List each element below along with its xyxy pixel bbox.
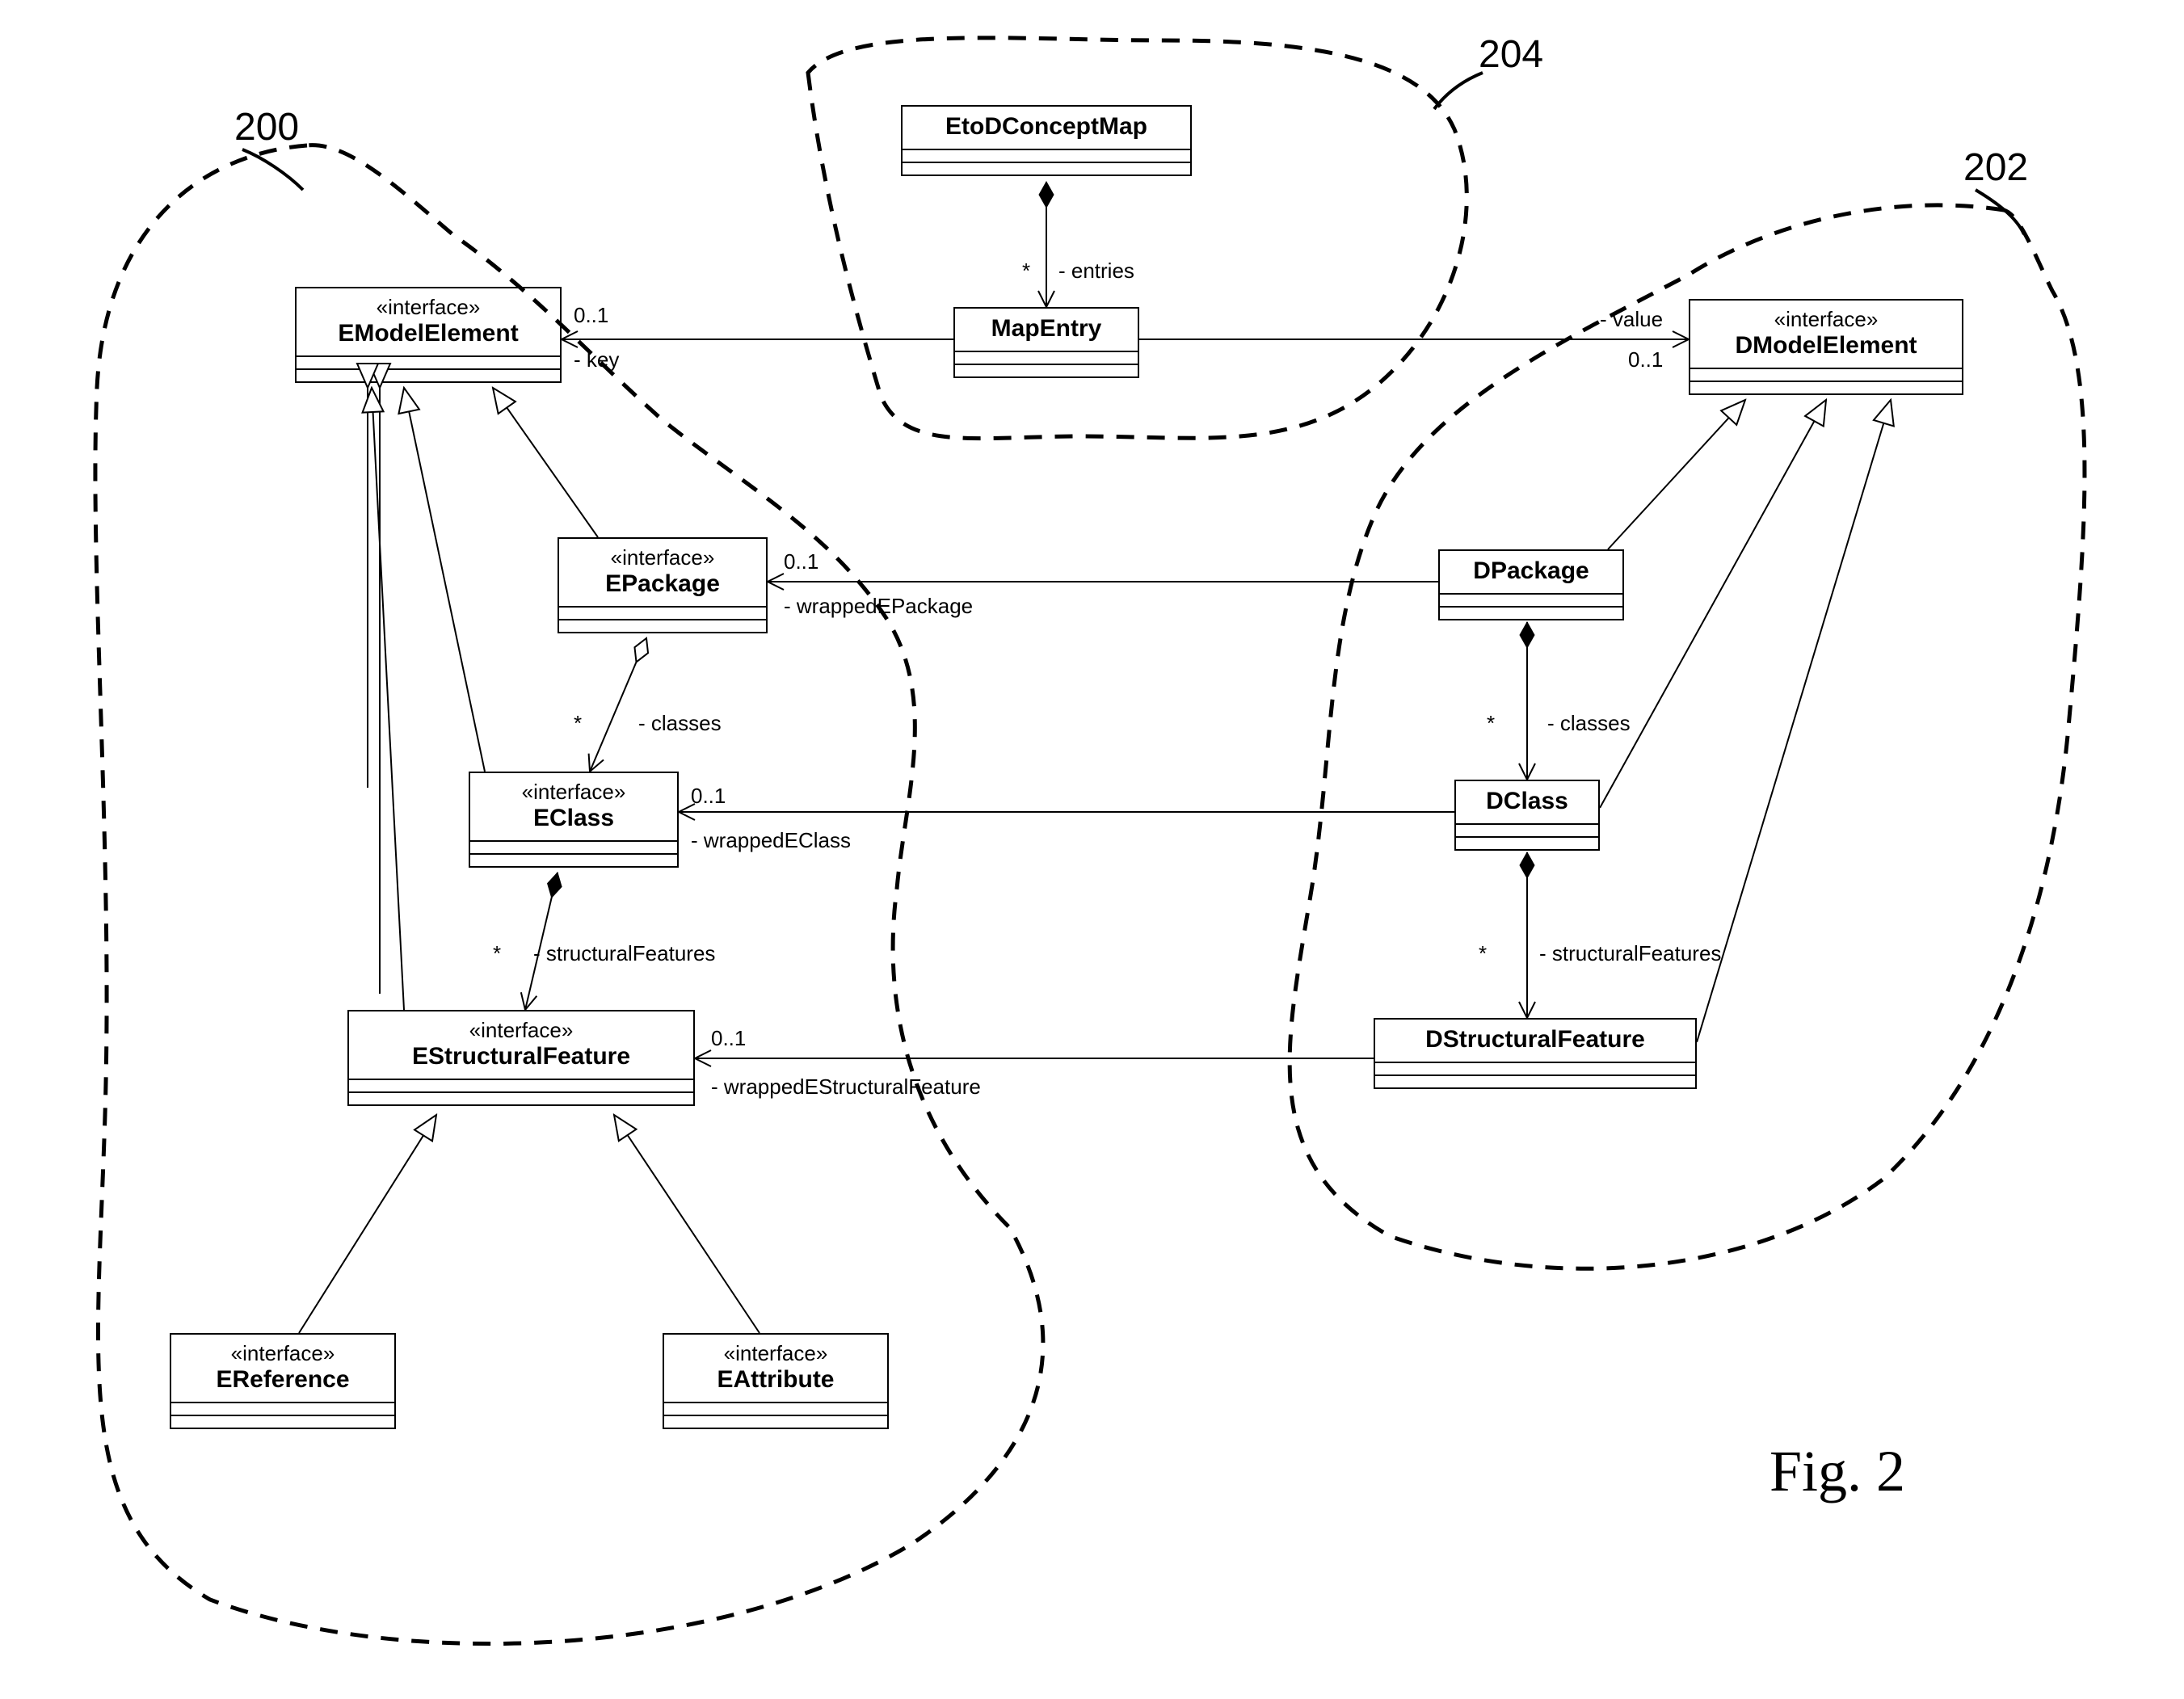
box-DPackage: DPackage xyxy=(1438,549,1624,620)
lbl-wESF: - wrappedEStructuralFeature xyxy=(711,1074,981,1100)
box-EStructuralFeature: «interface» EStructuralFeature xyxy=(347,1010,695,1106)
figure-label: Fig. 2 xyxy=(1770,1438,1905,1505)
lbl-wEClass: - wrappedEClass xyxy=(691,828,851,853)
box-EClass: «interface» EClass xyxy=(469,772,679,868)
name-DClass: DClass xyxy=(1467,788,1587,815)
box-MapEntry: MapEntry xyxy=(953,307,1139,378)
lbl-wEPkg-mult: 0..1 xyxy=(784,549,818,574)
lbl-e-cls: - classes xyxy=(638,711,722,736)
region-label-200: 200 xyxy=(234,105,299,149)
name-EtoD: EtoDConceptMap xyxy=(914,113,1179,141)
lbl-d-cls-star: * xyxy=(1487,711,1495,736)
lbl-value: - value xyxy=(1600,307,1663,332)
diagram-canvas: 200 202 204 Fig. 2 «interface» EModelEle… xyxy=(0,0,2184,1699)
name-EModelElement: EModelElement xyxy=(308,320,549,347)
stereo-EModelElement: «interface» xyxy=(308,295,549,320)
lbl-wEClass-mult: 0..1 xyxy=(691,784,726,809)
lbl-wESF-mult: 0..1 xyxy=(711,1026,746,1051)
lbl-entries: - entries xyxy=(1058,259,1134,284)
box-EtoDConceptMap: EtoDConceptMap xyxy=(901,105,1192,176)
stereo-EClass: «interface» xyxy=(482,780,666,805)
name-EPackage: EPackage xyxy=(570,570,755,598)
lbl-e-sf-star: * xyxy=(493,941,501,966)
region-label-202: 202 xyxy=(1963,145,2028,190)
stereo-DModel: «interface» xyxy=(1702,307,1950,332)
stereo-EAttr: «interface» xyxy=(675,1341,876,1366)
name-EAttr: EAttribute xyxy=(675,1366,876,1394)
name-MapEntry: MapEntry xyxy=(966,315,1126,343)
lbl-d-cls: - classes xyxy=(1547,711,1631,736)
lbl-key-mult: 0..1 xyxy=(574,303,608,328)
box-DModelElement: «interface» DModelElement xyxy=(1689,299,1963,395)
lbl-d-sf-star: * xyxy=(1479,941,1487,966)
lbl-entries-star: * xyxy=(1022,259,1030,284)
name-EClass: EClass xyxy=(482,805,666,832)
stereo-ERef: «interface» xyxy=(183,1341,383,1366)
lbl-e-cls-star: * xyxy=(574,711,582,736)
lbl-value-mult: 0..1 xyxy=(1628,347,1663,372)
name-DSF: DStructuralFeature xyxy=(1387,1026,1684,1053)
box-EAttribute: «interface» EAttribute xyxy=(663,1333,889,1429)
box-DClass: DClass xyxy=(1454,780,1600,851)
name-ERef: EReference xyxy=(183,1366,383,1394)
stereo-EPackage: «interface» xyxy=(570,545,755,570)
lbl-d-sf: - structuralFeatures xyxy=(1539,941,1721,966)
box-EReference: «interface» EReference xyxy=(170,1333,396,1429)
lbl-e-sf: - structuralFeatures xyxy=(533,941,715,966)
box-DStructuralFeature: DStructuralFeature xyxy=(1374,1018,1697,1089)
name-DModel: DModelElement xyxy=(1702,332,1950,360)
stereo-ESF: «interface» xyxy=(360,1018,682,1043)
name-ESF: EStructuralFeature xyxy=(360,1043,682,1070)
region-label-204: 204 xyxy=(1479,32,1543,77)
box-EModelElement: «interface» EModelElement xyxy=(295,287,562,383)
name-DPkg: DPackage xyxy=(1451,557,1611,585)
lbl-wEPkg: - wrappedEPackage xyxy=(784,594,973,619)
lbl-key: - key xyxy=(574,347,619,372)
box-EPackage: «interface» EPackage xyxy=(558,537,768,633)
